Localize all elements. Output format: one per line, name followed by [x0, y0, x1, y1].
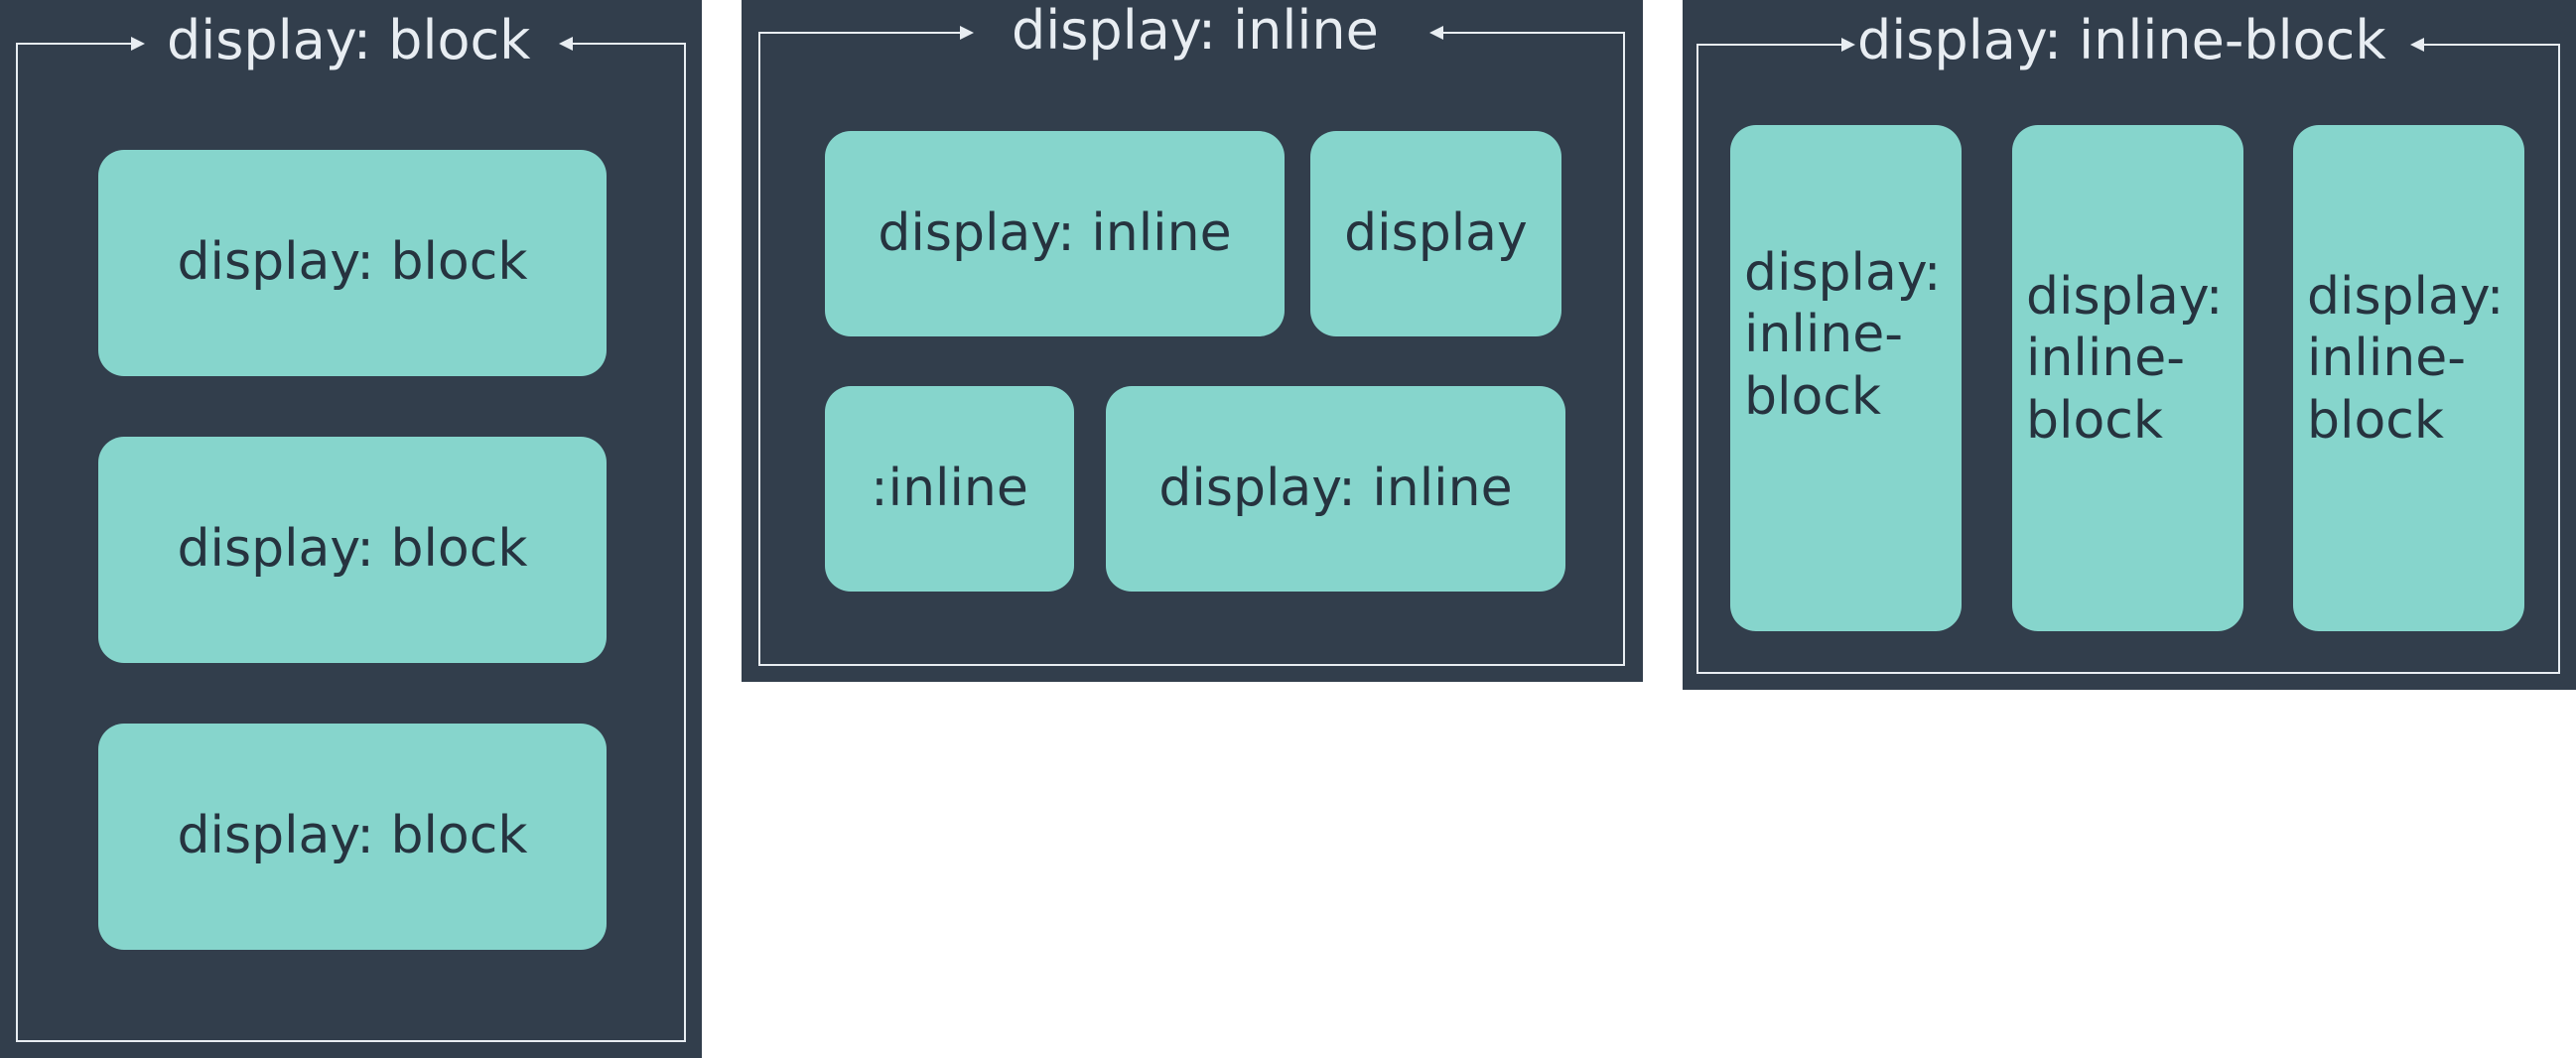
panel-display-inline: display: inline display: inline display …: [742, 0, 1643, 682]
inline-block-box-1: display: inline- block: [1730, 125, 1962, 631]
inline-box-1: display: inline: [825, 131, 1285, 336]
arrow-left-icon: [1429, 26, 1443, 40]
frame-top-right-line: [2417, 44, 2560, 46]
arrow-left-icon: [559, 37, 573, 51]
block-box-1: display: block: [98, 150, 607, 376]
panel-title: display: inline-block: [1857, 9, 2386, 71]
arrow-left-icon: [2410, 38, 2424, 52]
block-box-2: display: block: [98, 437, 607, 663]
block-box-3: display: block: [98, 724, 607, 950]
frame-top-left-line: [16, 43, 143, 45]
panel-display-inline-block: display: inline-block display: inline- b…: [1683, 0, 2576, 690]
panel-title: display: inline: [1012, 0, 1379, 62]
panel-title: display: block: [167, 9, 531, 71]
frame-top-left-line: [758, 32, 972, 34]
box-label: display: inline- block: [1744, 243, 1942, 427]
frame-top-right-line: [566, 43, 686, 45]
inline-box-2: display: [1310, 131, 1561, 336]
inline-block-box-3: display: inline- block: [2293, 125, 2524, 631]
box-label: display: inline- block: [2026, 267, 2224, 451]
panel-display-block: display: block display: block display: b…: [0, 0, 702, 1058]
frame-top-left-line: [1696, 44, 1853, 46]
arrow-right-icon: [960, 26, 974, 40]
arrow-right-icon: [131, 37, 145, 51]
frame-top-right-line: [1436, 32, 1625, 34]
inline-box-4: display: inline: [1106, 386, 1565, 592]
arrow-right-icon: [1841, 38, 1855, 52]
box-label: display: inline- block: [2307, 267, 2505, 451]
inline-box-3: :inline: [825, 386, 1074, 592]
inline-block-box-2: display: inline- block: [2012, 125, 2243, 631]
